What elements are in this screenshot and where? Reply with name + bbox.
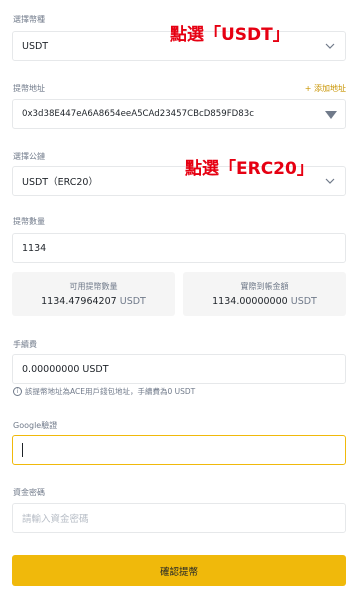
google-code-input[interactable] (12, 435, 346, 465)
google-label: Google驗證 (13, 421, 58, 430)
text-cursor (22, 443, 23, 457)
amount-value: 1134 (22, 242, 47, 254)
info-icon: i (13, 387, 22, 396)
amount-input[interactable]: 1134 (12, 233, 346, 263)
received-unit: USDT (290, 296, 317, 307)
fund-password-input[interactable]: 請輸入資金密碼 (12, 503, 346, 533)
annotation-network: 點選「ERC20」 (185, 159, 314, 179)
coin-select-value: USDT (22, 40, 49, 52)
chevron-down-icon (325, 43, 335, 49)
received-value: 1134.00000000 (212, 296, 288, 307)
address-label: 提幣地址 (13, 84, 45, 93)
address-value: 0x3d38E447eA6A8654eeA5CAd23457CBcD859FD8… (22, 109, 254, 119)
received-box: 實際到帳金額 1134.00000000 USDT (183, 272, 346, 316)
annotation-coin: 點選「USDT」 (170, 25, 290, 45)
fee-value: 0.00000000 USDT (22, 363, 109, 375)
fee-label: 手續費 (13, 340, 37, 349)
fee-hint-text: 該提幣地址為ACE用戶錢包地址，手續費為0 USDT (25, 387, 196, 396)
available-value: 1134.47964207 (41, 296, 117, 307)
received-amount: 1134.00000000 USDT (183, 296, 346, 307)
confirm-withdraw-button[interactable]: 確認提幣 (12, 555, 346, 586)
fee-hint: i 該提幣地址為ACE用戶錢包地址，手續費為0 USDT (13, 386, 195, 397)
available-amount: 1134.47964207 USDT (12, 296, 175, 307)
available-label: 可用提幣數量 (69, 282, 118, 291)
fee-field: 0.00000000 USDT (12, 354, 346, 384)
available-unit: USDT (119, 296, 146, 307)
available-box: 可用提幣數量 1134.47964207 USDT (12, 272, 175, 316)
received-label: 實際到帳金額 (240, 282, 289, 291)
network-label: 選擇公鏈 (13, 152, 45, 161)
add-address-link[interactable]: + 添加地址 (305, 83, 346, 94)
chevron-down-icon (325, 178, 335, 184)
amount-label: 提幣數量 (13, 217, 45, 226)
fund-password-placeholder: 請輸入資金密碼 (22, 514, 89, 525)
triangle-down-icon (325, 111, 337, 119)
network-select-value: USDT（ERC20） (22, 177, 98, 188)
address-select[interactable]: 0x3d38E447eA6A8654eeA5CAd23457CBcD859FD8… (12, 99, 346, 129)
fund-password-label: 資金密碼 (13, 488, 45, 497)
coin-label: 選擇幣種 (13, 15, 45, 24)
